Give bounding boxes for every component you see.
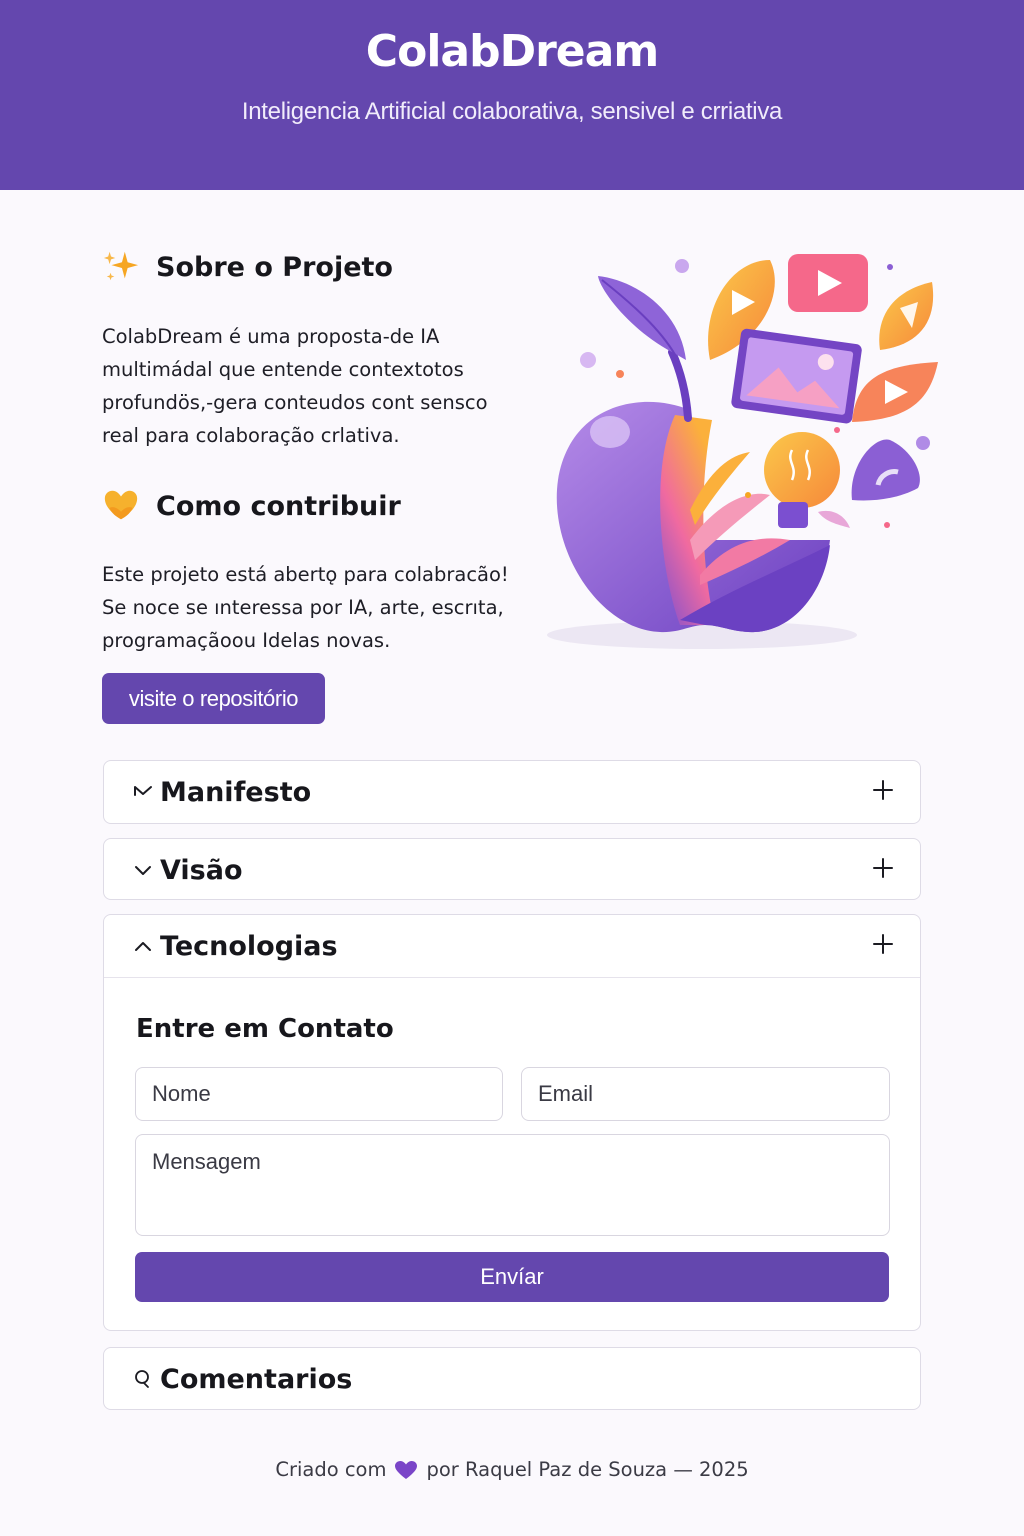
plus-icon[interactable]: [872, 779, 894, 801]
creative-apple-illustration: [547, 254, 938, 649]
accordion-label: Tecnologias: [160, 930, 338, 962]
site-title: ColabDream: [365, 26, 659, 77]
contribute-text: Este projeto está abertǫ para colabracão…: [102, 563, 509, 652]
accordion-label: Visão: [160, 854, 243, 886]
send-button[interactable]: Envíar: [135, 1252, 889, 1302]
about-heading: Sobre o Projeto: [102, 248, 393, 286]
sparkles-icon: [103, 251, 139, 281]
comment-icon: [135, 1370, 149, 1388]
heart-hands-icon: [104, 490, 138, 520]
accordion-header-visao[interactable]: Visão: [104, 839, 920, 901]
accordion-label: Comentarios: [160, 1363, 353, 1395]
accordion-label: Manifesto: [160, 776, 312, 808]
accordion-comentarios: Comentarios: [103, 1347, 921, 1410]
message-field[interactable]: [135, 1134, 890, 1236]
chevron-down-icon: [134, 786, 152, 796]
accordion-visao: Visão: [103, 838, 921, 900]
site-subtitle: Inteligencia Artificial colaborativa, se…: [241, 98, 783, 125]
accordion-tecnologias: Tecnologias Entre em Contato Envíar: [103, 914, 921, 1331]
chevron-up-icon: [135, 942, 151, 951]
accordion-header-comentarios[interactable]: Comentarios: [104, 1348, 920, 1410]
about-text: ColabDream é uma proposta-de IA multimád…: [102, 325, 488, 447]
contact-section: Entre em Contato Envíar: [104, 977, 920, 1330]
heart-icon: [395, 1460, 418, 1479]
about-title: Sobre o Projeto: [156, 251, 393, 283]
plus-icon[interactable]: [872, 857, 894, 879]
accordion-header-tecnologias[interactable]: Tecnologias: [104, 915, 920, 977]
name-field[interactable]: [135, 1067, 503, 1121]
chevron-down-icon: [135, 866, 151, 875]
visit-repository-button[interactable]: visite o repositório: [102, 673, 325, 724]
footer-suffix: por Raquel Paz de Souza — 2025: [426, 1458, 749, 1481]
plus-icon[interactable]: [872, 933, 894, 955]
contribute-heading: Como contribuir: [102, 487, 401, 525]
accordion-header-manifesto[interactable]: Manifesto: [104, 761, 920, 823]
email-field[interactable]: [521, 1067, 890, 1121]
site-header: ColabDream Inteligencia Artificial colab…: [0, 0, 1024, 190]
contact-title: Entre em Contato: [136, 1014, 394, 1044]
accordion-manifesto: Manifesto: [103, 760, 921, 824]
footer: Criado com por Raquel Paz de Souza — 202…: [0, 1458, 1024, 1481]
contribute-title: Como contribuir: [156, 490, 401, 522]
footer-prefix: Criado com: [275, 1458, 387, 1481]
